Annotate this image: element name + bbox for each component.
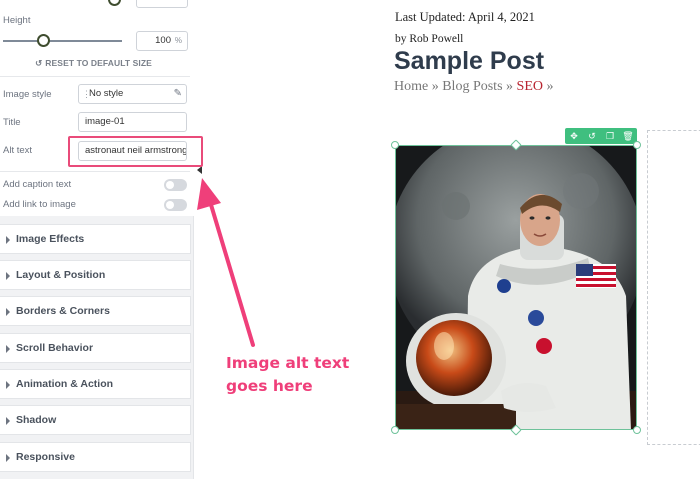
height-value: 100: [155, 35, 171, 46]
height-unit: %: [174, 36, 182, 45]
delete-icon[interactable]: 🗑: [621, 129, 635, 143]
post-title: Sample Post: [394, 47, 545, 75]
breadcrumb: Home » Blog Posts » SEO »: [394, 79, 553, 95]
empty-column-placeholder[interactable]: [647, 130, 700, 445]
highlight-box: [68, 136, 203, 167]
divider: [0, 76, 190, 77]
image-toolbar: ✥ ↺ ❐ 🗑: [565, 128, 637, 144]
image-style-label: Image style: [3, 89, 52, 100]
duplicate-icon[interactable]: ❐: [603, 129, 617, 143]
height-slider-thumb[interactable]: [36, 34, 50, 47]
resize-handle-top-right[interactable]: [633, 141, 641, 149]
image-style-value: No style: [89, 88, 124, 99]
section-animation-action[interactable]: Animation & Action: [0, 369, 191, 399]
section-scroll-behavior[interactable]: Scroll Behavior: [0, 333, 191, 363]
title-label: Title: [3, 117, 21, 128]
rotate-icon[interactable]: ↺: [585, 129, 599, 143]
caret-right-icon: [6, 345, 10, 353]
caret-right-icon: [6, 417, 10, 425]
section-title: Animation & Action: [16, 378, 114, 390]
section-title: Responsive: [16, 451, 75, 463]
move-icon[interactable]: ✥: [567, 129, 581, 143]
breadcrumb-separator: »: [431, 79, 439, 94]
height-slider-track[interactable]: [3, 40, 122, 42]
caret-right-icon: [6, 308, 10, 316]
title-input[interactable]: image-01: [78, 112, 187, 132]
resize-handle-bottom-left[interactable]: [391, 426, 399, 434]
section-layout-position[interactable]: Layout & Position: [0, 260, 191, 290]
astronaut-photo: [396, 146, 636, 429]
caret-right-icon: [6, 381, 10, 389]
title-value: image-01: [85, 116, 125, 127]
resize-handle-bottom-right[interactable]: [633, 426, 641, 434]
link-label: Add link to image: [3, 199, 76, 210]
caret-right-icon: [6, 272, 10, 280]
section-responsive[interactable]: Responsive: [0, 442, 191, 472]
reset-size-button[interactable]: ↺ RESET TO DEFAULT SIZE: [0, 58, 190, 69]
link-toggle[interactable]: [164, 199, 187, 211]
alt-text-label: Alt text: [3, 145, 33, 156]
section-title: Image Effects: [16, 233, 85, 245]
annotation-line-1: Image alt text: [226, 354, 350, 372]
byline: by Rob Powell: [395, 33, 464, 45]
width-input[interactable]: [136, 0, 188, 8]
height-input[interactable]: 100 %: [136, 31, 188, 51]
caption-toggle[interactable]: [164, 179, 187, 191]
breadcrumb-blog[interactable]: Blog Posts: [442, 79, 502, 94]
settings-panel: Height 100 % ↺ RESET TO DEFAULT SIZE Imag…: [0, 0, 194, 479]
section-title: Borders & Corners: [16, 305, 110, 317]
section-borders-corners[interactable]: Borders & Corners: [0, 296, 191, 326]
collapse-panel-icon[interactable]: [197, 166, 202, 174]
breadcrumb-current[interactable]: SEO: [517, 79, 543, 94]
pencil-icon: ✎: [173, 88, 182, 99]
section-shadow[interactable]: Shadow: [0, 405, 191, 435]
drag-dots-icon: ⋮: [82, 89, 91, 99]
section-title: Shadow: [16, 414, 57, 426]
resize-handle-top-left[interactable]: [391, 141, 399, 149]
caret-right-icon: [6, 236, 10, 244]
annotation-line-2: goes here: [226, 377, 313, 395]
last-updated: Last Updated: April 4, 2021: [395, 10, 535, 24]
breadcrumb-separator: »: [506, 79, 514, 94]
reset-icon: ↺: [35, 58, 43, 68]
caret-right-icon: [6, 454, 10, 462]
section-title: Scroll Behavior: [16, 342, 94, 354]
breadcrumb-home[interactable]: Home: [394, 79, 428, 94]
caption-label: Add caption text: [3, 179, 72, 190]
breadcrumb-separator: »: [546, 79, 554, 94]
divider: [0, 171, 190, 172]
astronaut-image[interactable]: [395, 145, 637, 430]
image-style-select[interactable]: ⋮ No style ✎: [78, 84, 187, 104]
height-label: Height: [3, 15, 31, 26]
section-image-effects[interactable]: Image Effects: [0, 224, 191, 254]
annotation-text: Image alt text goes here: [226, 352, 349, 398]
reset-size-label: RESET TO DEFAULT SIZE: [45, 58, 152, 68]
section-title: Layout & Position: [16, 269, 106, 281]
